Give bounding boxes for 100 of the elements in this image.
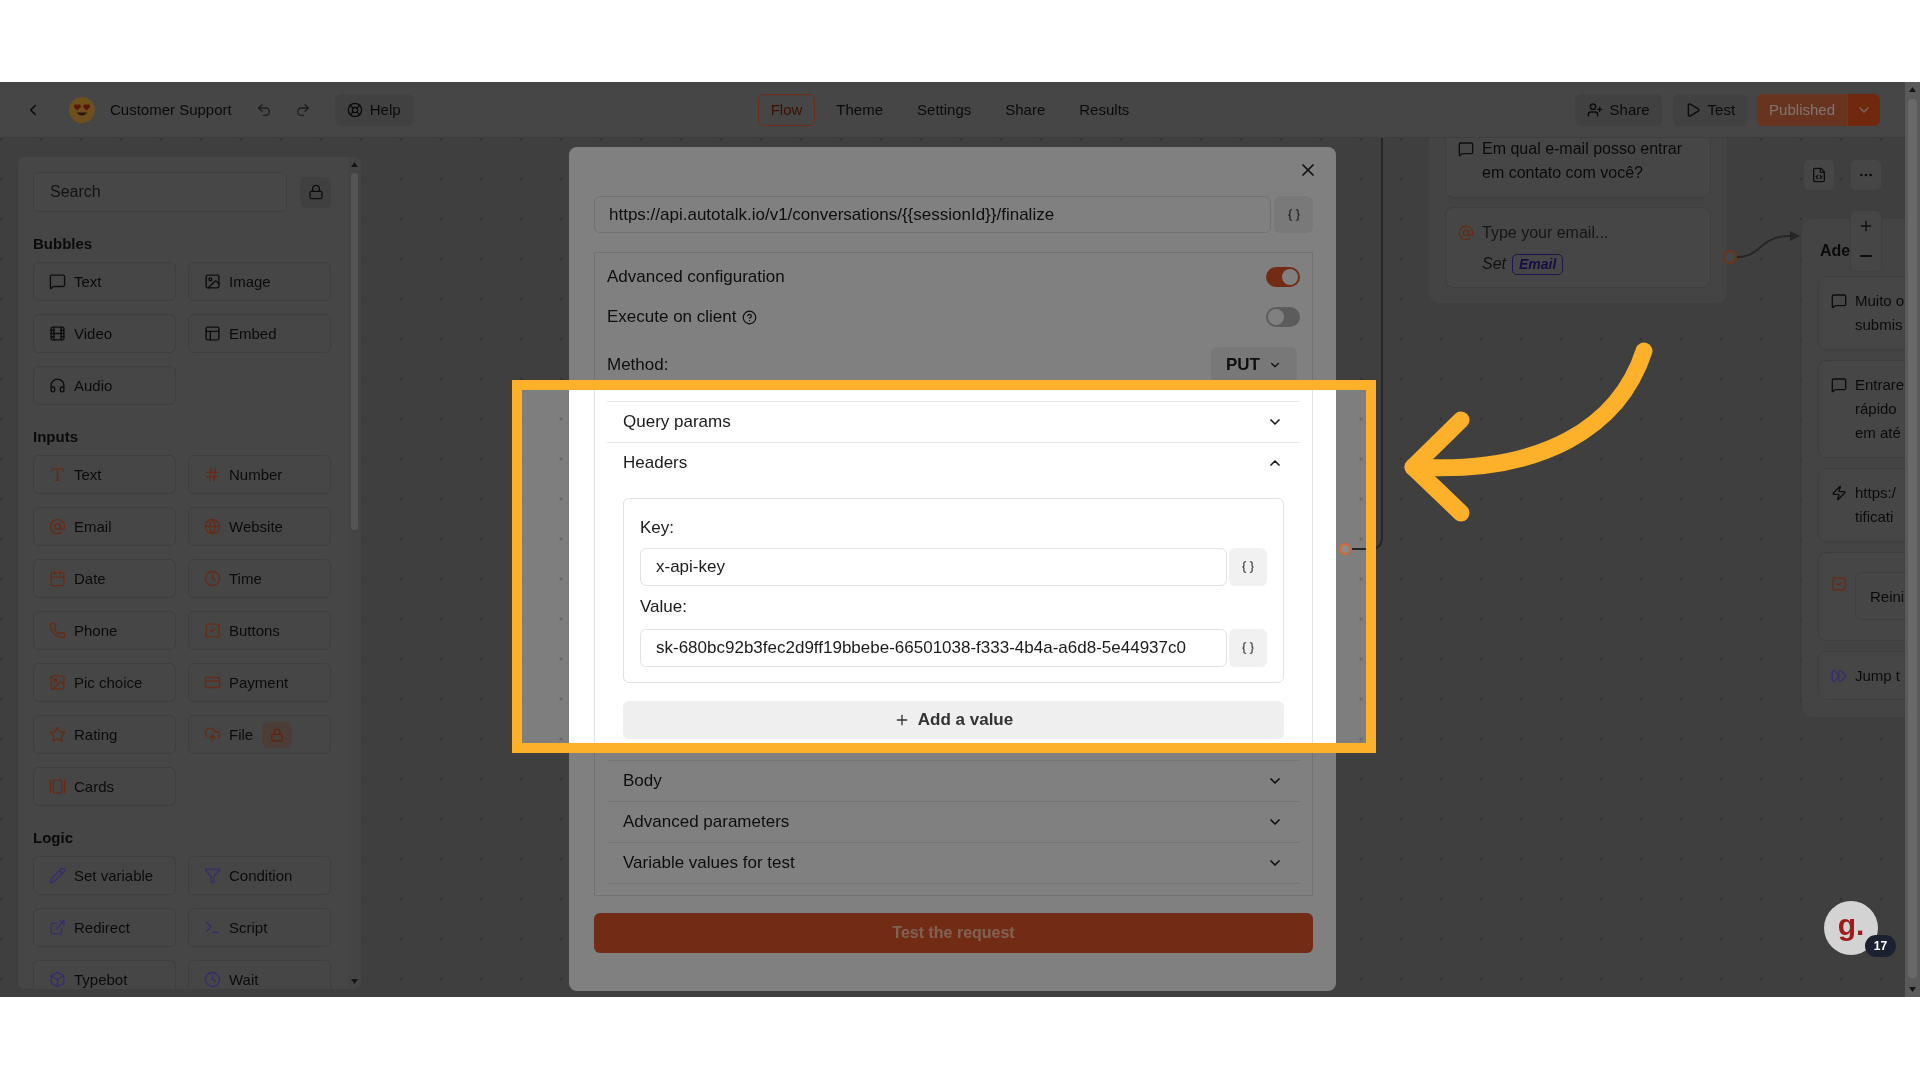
scroll-up-icon[interactable] [351, 162, 358, 167]
at-sign-icon [49, 518, 66, 535]
block-button[interactable]: Pic choice [33, 663, 176, 702]
film-icon [49, 325, 66, 342]
accordion-header[interactable]: Variable values for test [607, 843, 1300, 883]
accordion-header[interactable]: Body [607, 761, 1300, 801]
key-field[interactable]: x-api-key [640, 548, 1227, 586]
field-label: Value: [640, 597, 688, 617]
chat-bubble-icon [49, 273, 66, 290]
connector-arrow [1737, 231, 1800, 258]
toggle-switch[interactable] [1266, 267, 1300, 287]
add-value-button[interactable]: Add a value [623, 701, 1284, 739]
block-button[interactable]: File [188, 715, 331, 754]
block-button[interactable]: Text [33, 262, 176, 301]
image-icon [204, 273, 221, 290]
cards-icon [49, 778, 66, 795]
block-button[interactable]: Set variable [33, 856, 176, 895]
block-button[interactable]: Buttons [188, 611, 331, 650]
scroll-up-icon[interactable] [1909, 87, 1916, 92]
file-code-icon [1811, 167, 1827, 183]
lock-button[interactable] [300, 176, 331, 208]
chat-bubble-icon [1831, 293, 1847, 309]
lightning-icon [1831, 485, 1847, 501]
heart-eyes-emoji-icon [69, 96, 95, 123]
braces-icon [1241, 560, 1255, 574]
group-title: Ade [1820, 241, 1851, 261]
tab[interactable]: Theme [823, 93, 897, 126]
block-button[interactable]: Script [188, 908, 331, 947]
at-sign-icon [1458, 225, 1474, 241]
minus-icon [1860, 255, 1872, 257]
chat-bubble-icon [1831, 377, 1847, 393]
block-button[interactable]: Date [33, 559, 176, 598]
block-button[interactable]: Email [33, 507, 176, 546]
test-request-button[interactable]: Test the request [594, 913, 1313, 953]
block-button[interactable]: Text [33, 455, 176, 494]
block-button[interactable]: Cards [33, 767, 176, 806]
accordion-header[interactable]: Query params [607, 402, 1300, 442]
block-button[interactable]: Video [33, 314, 176, 353]
endpoint-ring-icon[interactable] [1723, 250, 1737, 264]
block-button[interactable]: Rating [33, 715, 176, 754]
toggle-switch[interactable] [1266, 307, 1300, 327]
block-button[interactable]: Image [188, 262, 331, 301]
block-button[interactable]: Condition [188, 856, 331, 895]
variable-button[interactable] [1274, 196, 1313, 233]
hash-icon [204, 466, 221, 483]
section-title: Logic [33, 828, 74, 848]
undo-icon [255, 101, 272, 118]
choice-button[interactable]: Reini [1855, 572, 1905, 620]
fast-forward-icon [1831, 668, 1847, 684]
redo-icon [294, 101, 311, 118]
url-field[interactable]: https://api.autotalk.io/v1/conversations/{{sessionId}}/finalize [594, 196, 1271, 233]
section-title: Inputs [33, 427, 79, 447]
method-select[interactable]: PUT [1211, 347, 1297, 383]
tab[interactable]: Results [1066, 93, 1143, 126]
tab[interactable]: Flow [757, 93, 816, 126]
checkbox-icon [1831, 576, 1847, 592]
globe-icon [204, 518, 221, 535]
endpoint-ring-icon[interactable] [1339, 543, 1351, 555]
braces-icon [1286, 207, 1301, 222]
block-button[interactable]: Payment [188, 663, 331, 702]
accordion-header[interactable]: Advanced parameters [607, 802, 1300, 842]
lock-icon [262, 721, 293, 748]
block-text: https:/ tificati [1855, 483, 1896, 527]
block-text: Entrare rápido em até [1855, 375, 1905, 443]
tab[interactable]: Share [992, 93, 1059, 126]
block-button[interactable]: Typebot [33, 960, 176, 989]
option-label: Execute on client [607, 307, 737, 327]
layout-icon [204, 325, 221, 342]
publish-menu-button[interactable] [1848, 93, 1880, 126]
project-title[interactable]: Customer Support [110, 101, 232, 118]
variable-button[interactable] [1229, 548, 1267, 586]
value-field[interactable]: sk-680bc92b3fec2d9ff19bbebe-66501038-f333-4b4a-a6d8-5e44937c0 [640, 629, 1227, 667]
block-button[interactable]: Embed [188, 314, 331, 353]
credit-card-icon [204, 674, 221, 691]
scroll-down-icon[interactable] [351, 979, 358, 984]
headphones-icon [49, 377, 66, 394]
document-button[interactable] [1803, 159, 1835, 191]
braces-icon [1241, 641, 1255, 655]
scrollbar[interactable] [1905, 82, 1920, 997]
option-label: Advanced configuration [607, 267, 785, 287]
block-button[interactable]: Redirect [33, 908, 176, 947]
letter-t-icon [49, 466, 66, 483]
scroll-down-icon[interactable] [1909, 987, 1916, 992]
block-button[interactable]: Audio [33, 366, 176, 405]
section-title: Bubbles [33, 234, 94, 254]
image-icon [49, 674, 66, 691]
more-button[interactable] [1850, 159, 1882, 191]
funnel-icon [204, 867, 221, 884]
tab[interactable]: Settings [904, 93, 985, 126]
cube-icon [49, 971, 66, 988]
variable-button[interactable] [1229, 629, 1267, 667]
user-plus-icon [1586, 101, 1603, 118]
calendar-icon [49, 570, 66, 587]
clock-icon [204, 570, 221, 587]
block-button[interactable]: Website [188, 507, 331, 546]
accordion-header[interactable]: Headers [607, 443, 1300, 483]
block-button[interactable]: Wait [188, 960, 331, 989]
block-button[interactable]: Time [188, 559, 331, 598]
block-button[interactable]: Phone [33, 611, 176, 650]
block-button[interactable]: Number [188, 455, 331, 494]
